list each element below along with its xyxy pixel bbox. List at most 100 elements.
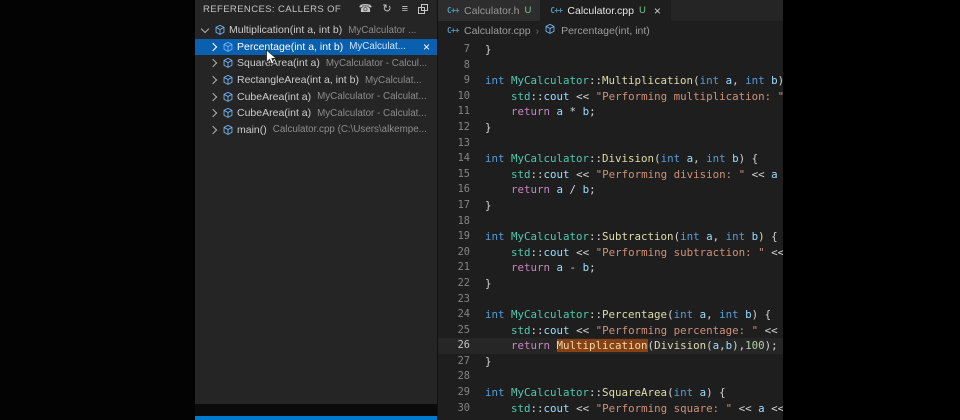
line-number[interactable]: 26 <box>438 338 470 354</box>
line-content: int MyCalculator::SquareArea(int a) { <box>485 385 783 401</box>
code-line: 16 return a / b; <box>438 182 783 198</box>
code-token: std <box>511 246 531 259</box>
code-token <box>485 246 511 259</box>
tree-item-cubearea-int-a[interactable]: CubeArea(int a)MyCalculator - Calculat..… <box>195 105 437 122</box>
code-token: MyCalculator <box>511 386 589 399</box>
line-number[interactable]: 11 <box>438 104 470 120</box>
code-line: 28 <box>438 369 783 385</box>
call-hierarchy-icon[interactable]: ☎ <box>359 4 373 15</box>
code-token: "Performing division: " <box>596 168 746 181</box>
line-number[interactable]: 30 <box>438 401 470 417</box>
tree-item-label: RectangleArea(int a, int b) <box>237 74 359 86</box>
code-token: cout <box>544 246 570 259</box>
breadcrumb-file[interactable]: Calculator.cpp <box>464 25 531 37</box>
line-number[interactable]: 22 <box>438 276 470 292</box>
code-token: ), <box>732 339 745 352</box>
code-token: MyCalculator <box>511 308 589 321</box>
refresh-icon[interactable]: ↻ <box>382 4 391 15</box>
line-number[interactable]: 19 <box>438 229 470 245</box>
code-token <box>485 168 511 181</box>
line-number[interactable]: 12 <box>438 120 470 136</box>
code-token: "Performing multiplication: " <box>596 90 783 103</box>
chevron-right-icon[interactable] <box>207 124 219 136</box>
chevron-right-icon[interactable] <box>207 57 219 69</box>
chevron-right-icon[interactable] <box>207 107 219 119</box>
code-token: :: <box>531 90 544 103</box>
code-token <box>485 90 511 103</box>
panel-bottom-gap <box>195 404 437 416</box>
line-number[interactable]: 15 <box>438 167 470 183</box>
line-content: } <box>485 276 783 292</box>
code-line: 18 <box>438 214 783 230</box>
line-number[interactable]: 14 <box>438 151 470 167</box>
line-content: return Multiplication(Division(a,b),100)… <box>485 338 783 354</box>
code-token: :: <box>589 308 602 321</box>
tab-bar: C++Calculator.hUC++Calculator.cppU× <box>438 0 783 21</box>
tree-item-multiplication-int-a-int-b[interactable]: Multiplication(int a, int b)MyCalculator… <box>195 22 437 39</box>
code-token: :: <box>589 230 602 243</box>
code-token: int <box>700 74 726 87</box>
line-number[interactable]: 7 <box>438 42 470 58</box>
code-token <box>485 261 511 274</box>
close-icon[interactable]: × <box>421 41 437 53</box>
copy-icon[interactable] <box>418 4 428 14</box>
chevron-right-icon[interactable] <box>207 41 219 53</box>
code-line: 13 <box>438 136 783 152</box>
tab-calculator-cpp[interactable]: C++Calculator.cppU× <box>541 0 670 21</box>
line-number[interactable]: 20 <box>438 245 470 261</box>
line-number[interactable]: 9 <box>438 73 470 89</box>
line-number[interactable]: 21 <box>438 260 470 276</box>
line-number[interactable]: 29 <box>438 385 470 401</box>
chevron-right-icon[interactable] <box>207 74 219 86</box>
code-line: 26 return Multiplication(Division(a,b),1… <box>438 338 783 354</box>
line-number[interactable]: 25 <box>438 323 470 339</box>
code-token: int <box>680 230 706 243</box>
code-line: 30 std::cout << "Performing square: " <<… <box>438 401 783 417</box>
code-token: int <box>726 230 752 243</box>
line-content: std::cout << "Performing multiplication:… <box>485 89 783 105</box>
line-number[interactable]: 23 <box>438 292 470 308</box>
tree-item-description: MyCalculat... <box>365 75 437 86</box>
editor-group: C++Calculator.hUC++Calculator.cppU× C++ … <box>437 0 783 420</box>
breadcrumb-symbol[interactable]: Percentage(int, int) <box>561 25 650 37</box>
line-number[interactable]: 18 <box>438 214 470 230</box>
line-number[interactable]: 10 <box>438 89 470 105</box>
tab-label: Calculator.cpp <box>567 5 634 17</box>
chevron-down-icon[interactable] <box>199 24 211 36</box>
code-token <box>485 324 511 337</box>
cpp-file-icon: C++ <box>550 6 562 15</box>
code-token <box>485 402 511 415</box>
code-token: , <box>713 230 726 243</box>
tree-item-description: MyCalculator - Calcul... <box>326 58 437 69</box>
code-editor[interactable]: 7}89int MyCalculator::Multiplication(int… <box>438 40 783 420</box>
tree-item-description: MyCalculat... <box>349 41 417 52</box>
line-number[interactable]: 27 <box>438 354 470 370</box>
code-token: / <box>563 183 583 196</box>
tree-item-label: SquareArea(int a) <box>237 57 320 69</box>
line-content: std::cout << "Performing square: " << a … <box>485 401 783 417</box>
code-token: MyCalculator <box>511 152 589 165</box>
close-icon[interactable]: × <box>654 5 661 17</box>
line-number[interactable]: 13 <box>438 136 470 152</box>
code-token: cout <box>544 324 570 337</box>
line-number[interactable]: 28 <box>438 369 470 385</box>
code-token: std <box>511 402 531 415</box>
tree-item-percentage-int-a-int-b[interactable]: Percentage(int a, int b)MyCalculat...× <box>195 39 437 56</box>
line-number[interactable]: 16 <box>438 182 470 198</box>
references-panel: REFERENCES: CALLERS OF ☎↻≡ Multiplicatio… <box>195 0 437 420</box>
tree-item-cubearea-int-a[interactable]: CubeArea(int a)MyCalculator - Calculat..… <box>195 88 437 105</box>
line-number[interactable]: 24 <box>438 307 470 323</box>
tree-item-squarearea-int-a[interactable]: SquareArea(int a) MyCalculator - Calcul..… <box>195 55 437 72</box>
line-number[interactable]: 8 <box>438 58 470 74</box>
clear-icon[interactable]: ≡ <box>402 4 408 15</box>
code-token: << <box>570 168 596 181</box>
line-content: return a * b; <box>485 104 783 120</box>
line-number[interactable]: 17 <box>438 198 470 214</box>
chevron-right-icon[interactable] <box>207 91 219 103</box>
tree-item-rectanglearea-int-a-int-b[interactable]: RectangleArea(int a, int b) MyCalculat... <box>195 72 437 89</box>
tree-item-main[interactable]: main()Calculator.cpp (C:\Users\alkempe..… <box>195 122 437 139</box>
line-content: std::cout << "Performing percentage: " <… <box>485 323 783 339</box>
code-token: int <box>719 308 745 321</box>
tab-calculator-h[interactable]: C++Calculator.hU <box>438 0 541 21</box>
code-token: "Performing square: " <box>596 402 733 415</box>
